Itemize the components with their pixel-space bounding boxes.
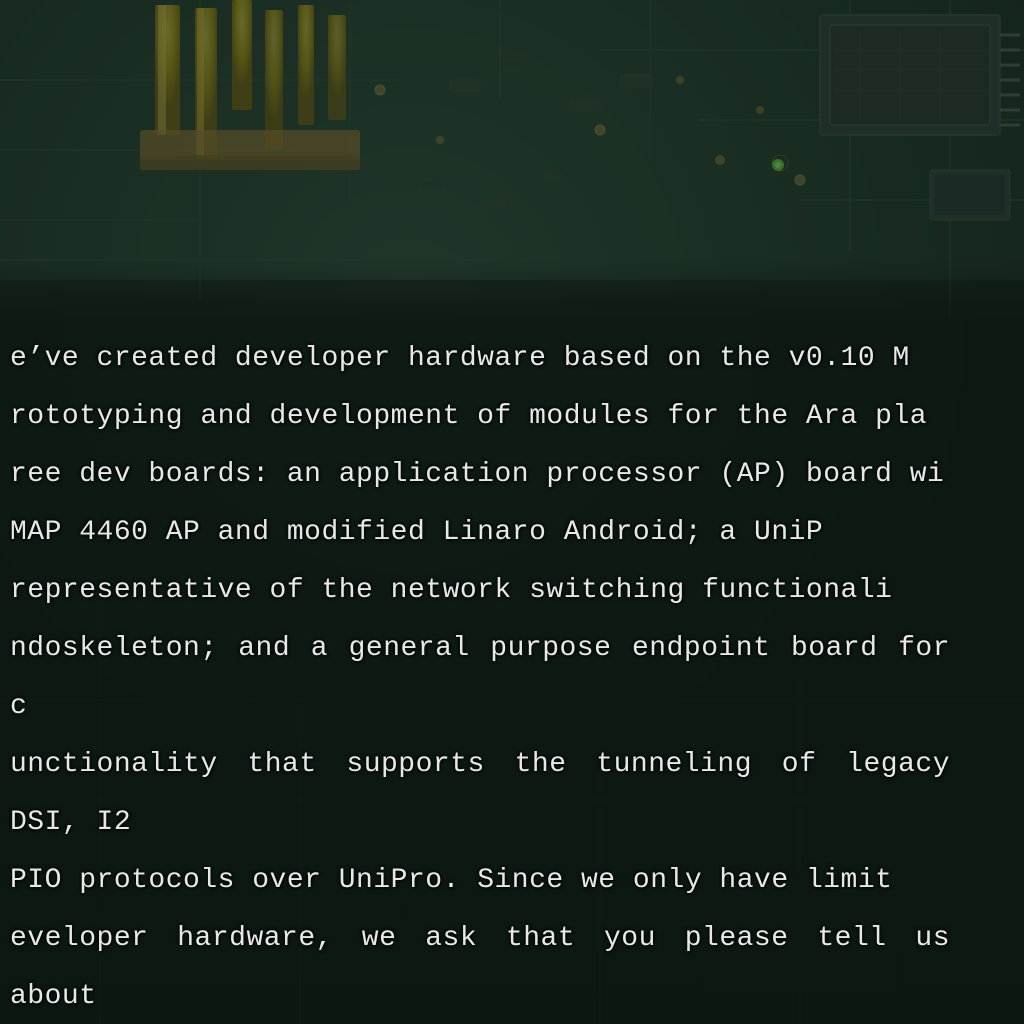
text-line-2: rototyping and development of modules fo… xyxy=(10,388,950,446)
article-text: e’ve created developer hardware based on… xyxy=(0,310,980,1024)
text-line-4: MAP 4460 AP and modified Linaro Android;… xyxy=(10,504,950,562)
text-line-5: representative of the network switching … xyxy=(10,562,950,620)
text-line-3: ree dev boards: an application processor… xyxy=(10,446,950,504)
text-line-6: ndoskeleton; and a general purpose endpo… xyxy=(10,620,950,736)
chip-component xyxy=(820,15,1020,135)
since-word: Since xyxy=(477,865,564,896)
text-line-9: eveloper hardware, we ask that you pleas… xyxy=(10,910,950,1024)
text-line-1: e’ve created developer hardware based on… xyxy=(10,330,950,388)
main-container: e’ve created developer hardware based on… xyxy=(0,0,1024,1024)
text-line-8: PIO protocols over UniPro. Since we only… xyxy=(10,852,950,910)
small-chip-corner xyxy=(930,170,1010,220)
text-line-7: unctionality that supports the tunneling… xyxy=(10,736,950,852)
